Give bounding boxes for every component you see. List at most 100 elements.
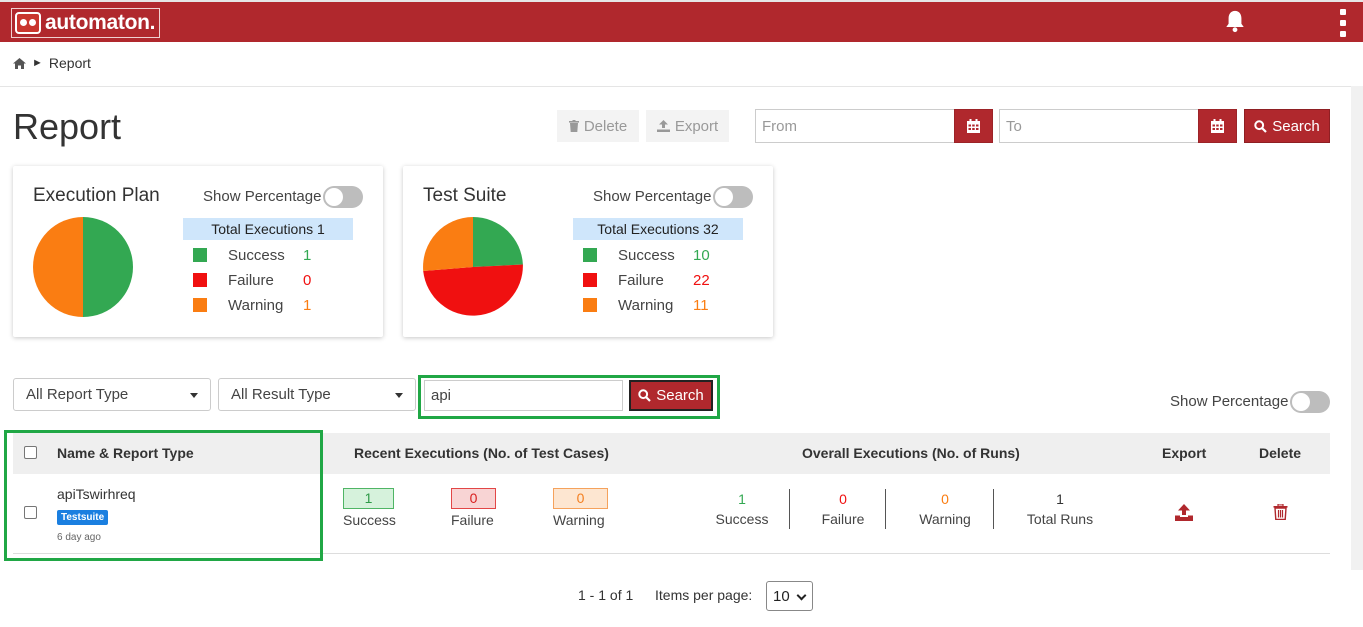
- card-title: Test Suite: [423, 185, 507, 206]
- delete-label: Delete: [583, 117, 628, 135]
- page-title: Report: [13, 106, 122, 147]
- automaton-logo[interactable]: automaton.: [11, 8, 161, 38]
- legend-label: Warning: [618, 296, 674, 314]
- chevron-down-icon: [796, 590, 807, 601]
- success-swatch: [583, 248, 597, 262]
- show-percentage-toggle[interactable]: [713, 186, 753, 208]
- search-label: Search: [1272, 117, 1320, 135]
- result-type-select[interactable]: All Result Type: [218, 378, 416, 411]
- export-label: Export: [674, 117, 719, 135]
- legend-value: 1: [303, 246, 312, 264]
- legend-warning: Warning 1: [193, 295, 311, 315]
- legend-value: 0: [303, 271, 312, 289]
- report-type-tag: Testsuite: [57, 510, 109, 525]
- warning-swatch: [193, 298, 207, 312]
- search-icon: [638, 389, 652, 402]
- recent-success-badge: 1: [343, 488, 394, 509]
- report-search-input[interactable]: api: [424, 380, 623, 411]
- date-search-button[interactable]: Search: [1244, 109, 1330, 143]
- home-icon[interactable]: [13, 57, 26, 69]
- logo-text: automaton.: [45, 11, 156, 34]
- items-per-page-value: 10: [773, 587, 790, 605]
- name-column-highlight: [4, 430, 323, 561]
- execution-plan-pie-chart: [33, 217, 133, 317]
- breadcrumb: ► Report: [13, 55, 91, 71]
- trash-icon: [568, 120, 579, 132]
- to-calendar-button[interactable]: [1198, 109, 1237, 143]
- total-executions: Total Executions 1: [183, 218, 353, 240]
- success-swatch: [193, 248, 207, 262]
- upload-icon[interactable]: [1175, 504, 1193, 521]
- overall-success-count: 1: [738, 491, 746, 507]
- legend-label: Success: [228, 246, 285, 264]
- report-type-select[interactable]: All Report Type: [13, 378, 211, 411]
- legend-failure: Failure 22: [583, 270, 710, 290]
- overall-failure-count: 0: [839, 491, 847, 507]
- report-search-button[interactable]: Search: [629, 380, 713, 411]
- to-date-input[interactable]: To: [999, 109, 1199, 143]
- search-icon: [1254, 119, 1268, 133]
- legend-value: 1: [303, 296, 312, 314]
- header-recent-executions: Recent Executions (No. of Test Cases): [354, 445, 609, 461]
- from-date-input[interactable]: From: [755, 109, 955, 143]
- table-show-percentage-toggle[interactable]: [1290, 391, 1330, 413]
- recent-failure-badge: 0: [451, 488, 496, 509]
- breadcrumb-current: Report: [48, 55, 91, 71]
- overall-success-label: Success: [715, 511, 769, 527]
- robot-logo-icon: [15, 12, 41, 34]
- failure-swatch: [193, 273, 207, 287]
- legend-value: 22: [693, 271, 710, 289]
- calendar-icon: [967, 119, 980, 133]
- export-button[interactable]: Export: [646, 110, 729, 142]
- overall-total-label: Total Runs: [1026, 511, 1094, 527]
- items-per-page-select[interactable]: 10: [766, 581, 813, 611]
- kebab-menu-icon[interactable]: [1338, 9, 1348, 37]
- overall-total-count: 1: [1056, 491, 1064, 507]
- recent-failure-label: Failure: [451, 512, 494, 528]
- test-suite-pie-chart: [423, 217, 523, 316]
- legend-success: Success 10: [583, 245, 710, 265]
- trash-icon[interactable]: [1273, 504, 1288, 520]
- divider: [0, 86, 1363, 87]
- from-calendar-button[interactable]: [954, 109, 993, 143]
- execution-plan-card: Execution Plan Show Percentage Total Exe…: [13, 166, 383, 337]
- divider: [885, 489, 886, 529]
- report-type-value: All Report Type: [26, 386, 129, 403]
- row-checkbox[interactable]: [24, 506, 37, 519]
- legend-value: 11: [693, 296, 709, 314]
- header-overall-executions: Overall Executions (No. of Runs): [802, 445, 1020, 461]
- legend-value: 10: [693, 246, 710, 264]
- test-suite-card: Test Suite Show Percentage Total Executi…: [403, 166, 773, 337]
- caret-down-icon: [190, 393, 198, 398]
- header-export: Export: [1162, 445, 1207, 461]
- show-percentage-label: Show Percentage: [1170, 393, 1289, 410]
- bell-icon[interactable]: [1224, 9, 1246, 33]
- divider: [993, 489, 994, 529]
- legend-label: Success: [618, 246, 675, 264]
- overall-warning-label: Warning: [919, 511, 971, 527]
- overall-failure-label: Failure: [821, 511, 865, 527]
- search-label: Search: [656, 387, 704, 404]
- warning-swatch: [583, 298, 597, 312]
- overall-warning-count: 0: [941, 491, 949, 507]
- scrollbar[interactable]: [1351, 86, 1363, 570]
- report-name[interactable]: apiTswirhreq: [57, 486, 136, 502]
- upload-icon: [656, 120, 670, 132]
- calendar-icon: [1211, 119, 1224, 133]
- legend-label: Failure: [618, 271, 664, 289]
- recent-warning-badge: 0: [553, 488, 608, 509]
- show-percentage-label: Show Percentage: [203, 188, 322, 205]
- delete-button[interactable]: Delete: [557, 110, 639, 142]
- show-percentage-toggle[interactable]: [323, 186, 363, 208]
- recent-success-label: Success: [343, 512, 396, 528]
- header-delete: Delete: [1259, 445, 1302, 461]
- legend-failure: Failure 0: [193, 270, 311, 290]
- show-percentage-label: Show Percentage: [593, 188, 712, 205]
- legend-warning: Warning 11: [583, 295, 709, 315]
- top-navbar: automaton.: [0, 0, 1363, 42]
- result-type-value: All Result Type: [231, 386, 331, 403]
- legend-label: Warning: [228, 296, 284, 314]
- divider: [789, 489, 790, 529]
- breadcrumb-separator: ►: [32, 57, 43, 69]
- recent-warning-label: Warning: [553, 512, 605, 528]
